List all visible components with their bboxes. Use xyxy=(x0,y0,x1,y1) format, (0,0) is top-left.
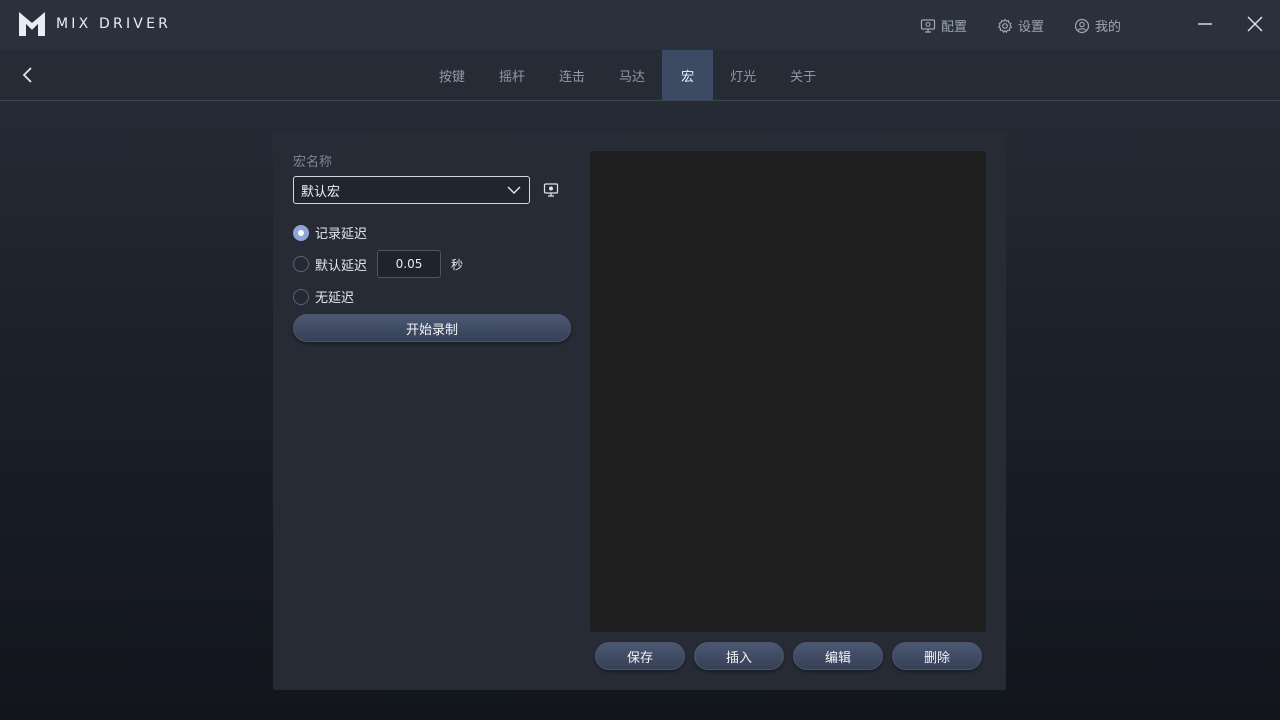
edit-button[interactable]: 编辑 xyxy=(793,642,883,670)
tab-about[interactable]: 关于 xyxy=(773,50,833,100)
macro-name-select[interactable]: 默认宏 xyxy=(293,176,530,204)
start-recording-button[interactable]: 开始录制 xyxy=(293,314,571,342)
macro-event-list[interactable] xyxy=(590,151,986,632)
config-button[interactable]: 配置 xyxy=(920,16,967,35)
chevron-down-icon xyxy=(507,186,521,194)
radio-no-delay[interactable] xyxy=(293,288,309,305)
config-icon xyxy=(920,18,936,33)
gear-icon xyxy=(997,18,1013,33)
tab-macro[interactable]: 宏 xyxy=(662,50,714,100)
close-icon[interactable] xyxy=(1245,14,1265,34)
macro-panel: 宏名称 默认宏 记录延迟 默认延迟 秒 无延迟 开始录制 保存 插入 编辑 删除 xyxy=(273,131,1006,690)
tab-buttons[interactable]: 按键 xyxy=(422,50,482,100)
delay-option-record[interactable]: 记录延迟 xyxy=(293,223,367,242)
app-logo: MIX DRIVER xyxy=(18,11,171,37)
tab-lighting[interactable]: 灯光 xyxy=(713,50,773,100)
delete-button[interactable]: 删除 xyxy=(892,642,982,670)
tab-turbo[interactable]: 连击 xyxy=(542,50,602,100)
monitor-icon[interactable] xyxy=(543,182,559,198)
chevron-left-icon[interactable] xyxy=(18,65,38,85)
macro-name-value: 默认宏 xyxy=(301,184,341,200)
delay-option-default[interactable]: 默认延迟 秒 xyxy=(293,250,463,278)
title-bar: MIX DRIVER 配置 设置 我的 xyxy=(0,0,1280,50)
insert-button[interactable]: 插入 xyxy=(694,642,784,670)
default-delay-label: 默认延迟 xyxy=(315,258,368,274)
tab-bar: 按键 摇杆 连击 马达 宏 灯光 关于 xyxy=(0,50,1280,101)
settings-button[interactable]: 设置 xyxy=(997,16,1044,35)
radio-record-delay[interactable] xyxy=(293,224,309,241)
macro-name-label: 宏名称 xyxy=(293,155,333,170)
delay-unit-label: 秒 xyxy=(451,257,464,272)
user-icon xyxy=(1074,18,1090,33)
no-delay-label: 无延迟 xyxy=(315,291,355,306)
record-delay-label: 记录延迟 xyxy=(315,227,368,242)
config-label: 配置 xyxy=(941,20,968,35)
settings-label: 设置 xyxy=(1018,20,1045,35)
tab-joystick[interactable]: 摇杆 xyxy=(482,50,542,100)
profile-label: 我的 xyxy=(1095,20,1122,35)
default-delay-input[interactable] xyxy=(377,250,442,278)
radio-default-delay[interactable] xyxy=(293,256,309,272)
delay-option-none[interactable]: 无延迟 xyxy=(293,287,354,306)
mix-driver-logo-icon xyxy=(19,12,45,36)
tabs: 按键 摇杆 连击 马达 宏 灯光 关于 xyxy=(422,50,833,100)
minimize-icon[interactable] xyxy=(1195,14,1215,34)
tab-motor[interactable]: 马达 xyxy=(602,50,662,100)
profile-button[interactable]: 我的 xyxy=(1074,16,1121,35)
app-name: MIX DRIVER xyxy=(56,16,172,32)
save-button[interactable]: 保存 xyxy=(595,642,685,670)
